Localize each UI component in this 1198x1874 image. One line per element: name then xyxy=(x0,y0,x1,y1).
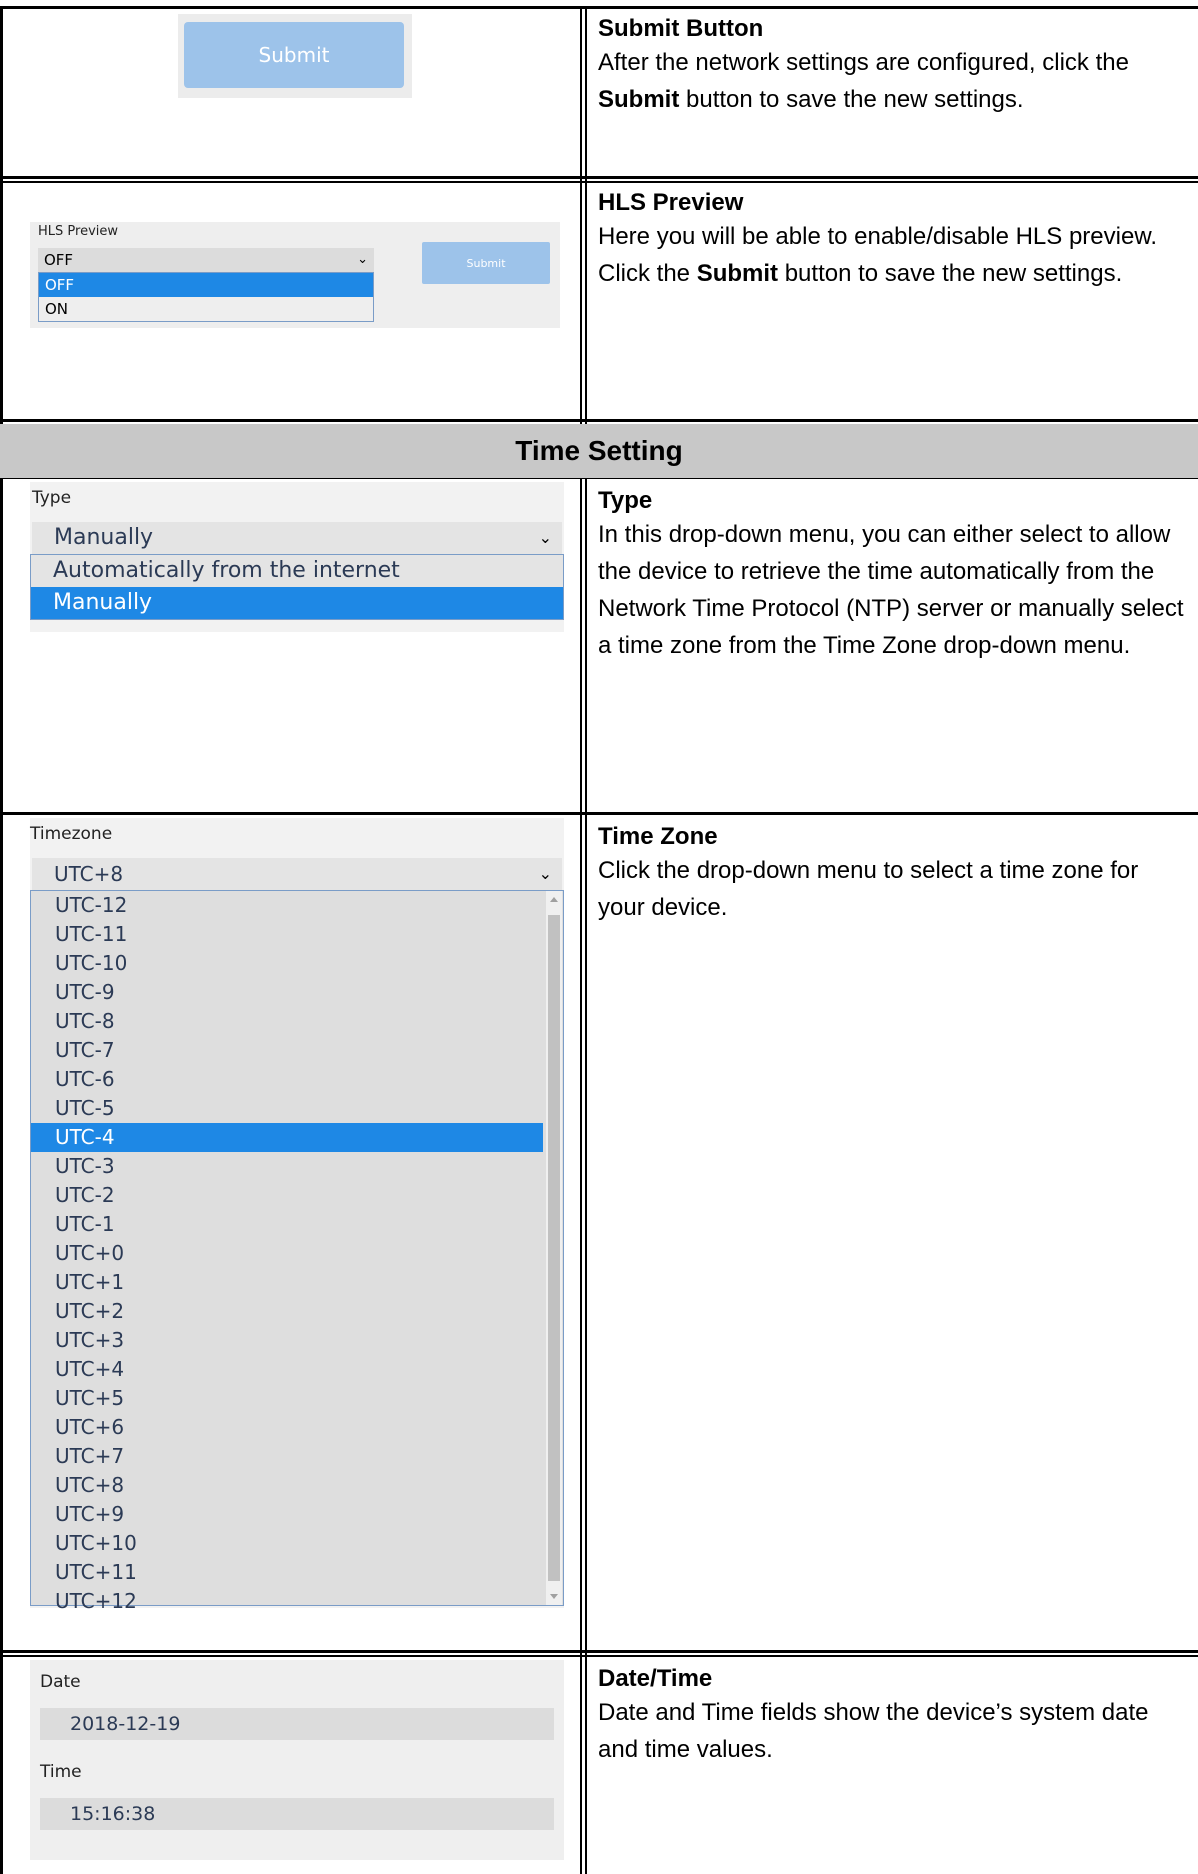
submit-text: After the network settings are configure… xyxy=(598,49,1129,113)
type-description: Type In this drop-down menu, you can eit… xyxy=(598,486,1188,664)
timezone-option[interactable]: UTC-3 xyxy=(31,1152,543,1181)
grid-line xyxy=(580,478,582,1874)
date-field[interactable]: 2018-12-19 xyxy=(40,1708,554,1740)
chevron-down-icon: ⌄ xyxy=(538,864,552,883)
grid-line xyxy=(0,181,1198,183)
datetime-description: Date/Time Date and Time fields show the … xyxy=(598,1664,1188,1768)
timezone-option[interactable]: UTC-11 xyxy=(31,920,543,949)
type-screenshot: Type Manually ⌄ Automatically from the i… xyxy=(30,482,564,632)
date-field-label: Date xyxy=(40,1672,81,1692)
timezone-option[interactable]: UTC+12 xyxy=(31,1587,543,1616)
submit-screenshot: Submit xyxy=(178,14,412,98)
timezone-option[interactable]: UTC+10 xyxy=(31,1529,543,1558)
grid-line xyxy=(0,6,1198,9)
hls-select[interactable]: OFF ⌄ xyxy=(38,248,374,272)
timezone-option[interactable]: UTC-8 xyxy=(31,1007,543,1036)
timezone-option[interactable]: UTC-4 xyxy=(31,1123,543,1152)
timezone-option[interactable]: UTC-12 xyxy=(31,891,543,920)
timezone-option[interactable]: UTC+0 xyxy=(31,1239,543,1268)
grid-line xyxy=(0,812,1198,815)
timezone-option[interactable]: UTC-9 xyxy=(31,978,543,1007)
submit-description: Submit Button After the network settings… xyxy=(598,14,1188,118)
hls-submit-button[interactable]: Submit xyxy=(422,242,550,284)
timezone-field-label: Timezone xyxy=(30,824,113,844)
grid-line xyxy=(0,419,1198,422)
grid-line xyxy=(0,176,1198,179)
grid-line xyxy=(585,6,587,424)
hls-option-on[interactable]: ON xyxy=(39,297,373,321)
type-title: Type xyxy=(598,487,653,514)
datetime-title: Date/Time xyxy=(598,1665,713,1692)
submit-button[interactable]: Submit xyxy=(184,22,404,88)
timezone-title: Time Zone xyxy=(598,823,718,850)
hls-screenshot: HLS Preview OFF ⌄ OFF ON Submit xyxy=(30,222,560,328)
timezone-option[interactable]: UTC-10 xyxy=(31,949,543,978)
timezone-option[interactable]: UTC-2 xyxy=(31,1181,543,1210)
timezone-option[interactable]: UTC-1 xyxy=(31,1210,543,1239)
timezone-option[interactable]: UTC+2 xyxy=(31,1297,543,1326)
grid-line xyxy=(0,6,3,1874)
datetime-text: Date and Time fields show the device’s s… xyxy=(598,1699,1149,1763)
chevron-down-icon: ⌄ xyxy=(538,528,552,547)
time-field[interactable]: 15:16:38 xyxy=(40,1798,554,1830)
scroll-up-icon[interactable] xyxy=(550,897,558,902)
timezone-option[interactable]: UTC+4 xyxy=(31,1355,543,1384)
timezone-option[interactable]: UTC+11 xyxy=(31,1558,543,1587)
scroll-down-icon[interactable] xyxy=(550,1594,558,1599)
hls-title: HLS Preview xyxy=(598,189,744,216)
hls-option-off[interactable]: OFF xyxy=(39,273,373,297)
grid-line xyxy=(0,1650,1198,1653)
type-field-label: Type xyxy=(32,488,72,508)
timezone-option[interactable]: UTC+6 xyxy=(31,1413,543,1442)
timezone-option[interactable]: UTC+8 xyxy=(31,1471,543,1500)
hls-text: Here you will be able to enable/disable … xyxy=(598,223,1157,287)
grid-line xyxy=(0,1655,1198,1657)
timezone-text: Click the drop-down menu to select a tim… xyxy=(598,857,1139,921)
timezone-options-list: UTC-12 UTC-11 UTC-10 UTC-9 UTC-8 UTC-7 UTC-6 UT… xyxy=(30,890,564,1613)
timezone-option[interactable]: UTC+9 xyxy=(31,1500,543,1529)
hls-selected-value: OFF xyxy=(44,251,74,269)
datetime-screenshot: Date 2018-12-19 Time 15:16:38 xyxy=(30,1660,564,1860)
type-selected-value: Manually xyxy=(54,525,154,550)
section-title: Time Setting xyxy=(515,435,683,466)
timezone-screenshot: Timezone UTC+8 ⌄ UTC-12 UTC-11 UTC-10 UTC-9… xyxy=(30,818,564,1613)
type-option-manually[interactable]: Manually xyxy=(31,587,563,619)
scrollbar[interactable] xyxy=(546,891,562,1605)
timezone-option[interactable]: UTC-5 xyxy=(31,1094,543,1123)
timezone-selected-value: UTC+8 xyxy=(54,862,124,886)
grid-line xyxy=(585,478,587,1874)
timezone-option[interactable]: UTC-6 xyxy=(31,1065,543,1094)
submit-title: Submit Button xyxy=(598,15,764,42)
type-text: In this drop-down menu, you can either s… xyxy=(598,521,1184,659)
timezone-option[interactable]: UTC+3 xyxy=(31,1326,543,1355)
timezone-description: Time Zone Click the drop-down menu to se… xyxy=(598,822,1188,926)
timezone-option[interactable]: UTC+1 xyxy=(31,1268,543,1297)
time-field-label: Time xyxy=(40,1762,82,1782)
hls-field-label: HLS Preview xyxy=(38,224,119,239)
type-options-list: Automatically from the internet Manually xyxy=(30,554,564,620)
timezone-select[interactable]: UTC+8 ⌄ xyxy=(32,858,562,890)
timezone-option[interactable]: UTC+7 xyxy=(31,1442,543,1471)
chevron-down-icon: ⌄ xyxy=(357,252,368,267)
hls-options-list: OFF ON xyxy=(38,272,374,322)
type-option-automatic[interactable]: Automatically from the internet xyxy=(31,555,563,587)
grid-line xyxy=(580,6,582,424)
timezone-option[interactable]: UTC+5 xyxy=(31,1384,543,1413)
section-header: Time Setting xyxy=(0,424,1198,478)
hls-description: HLS Preview Here you will be able to ena… xyxy=(598,188,1188,292)
timezone-option[interactable]: UTC-7 xyxy=(31,1036,543,1065)
type-select[interactable]: Manually ⌄ xyxy=(32,522,562,554)
scrollbar-thumb[interactable] xyxy=(548,915,560,1581)
